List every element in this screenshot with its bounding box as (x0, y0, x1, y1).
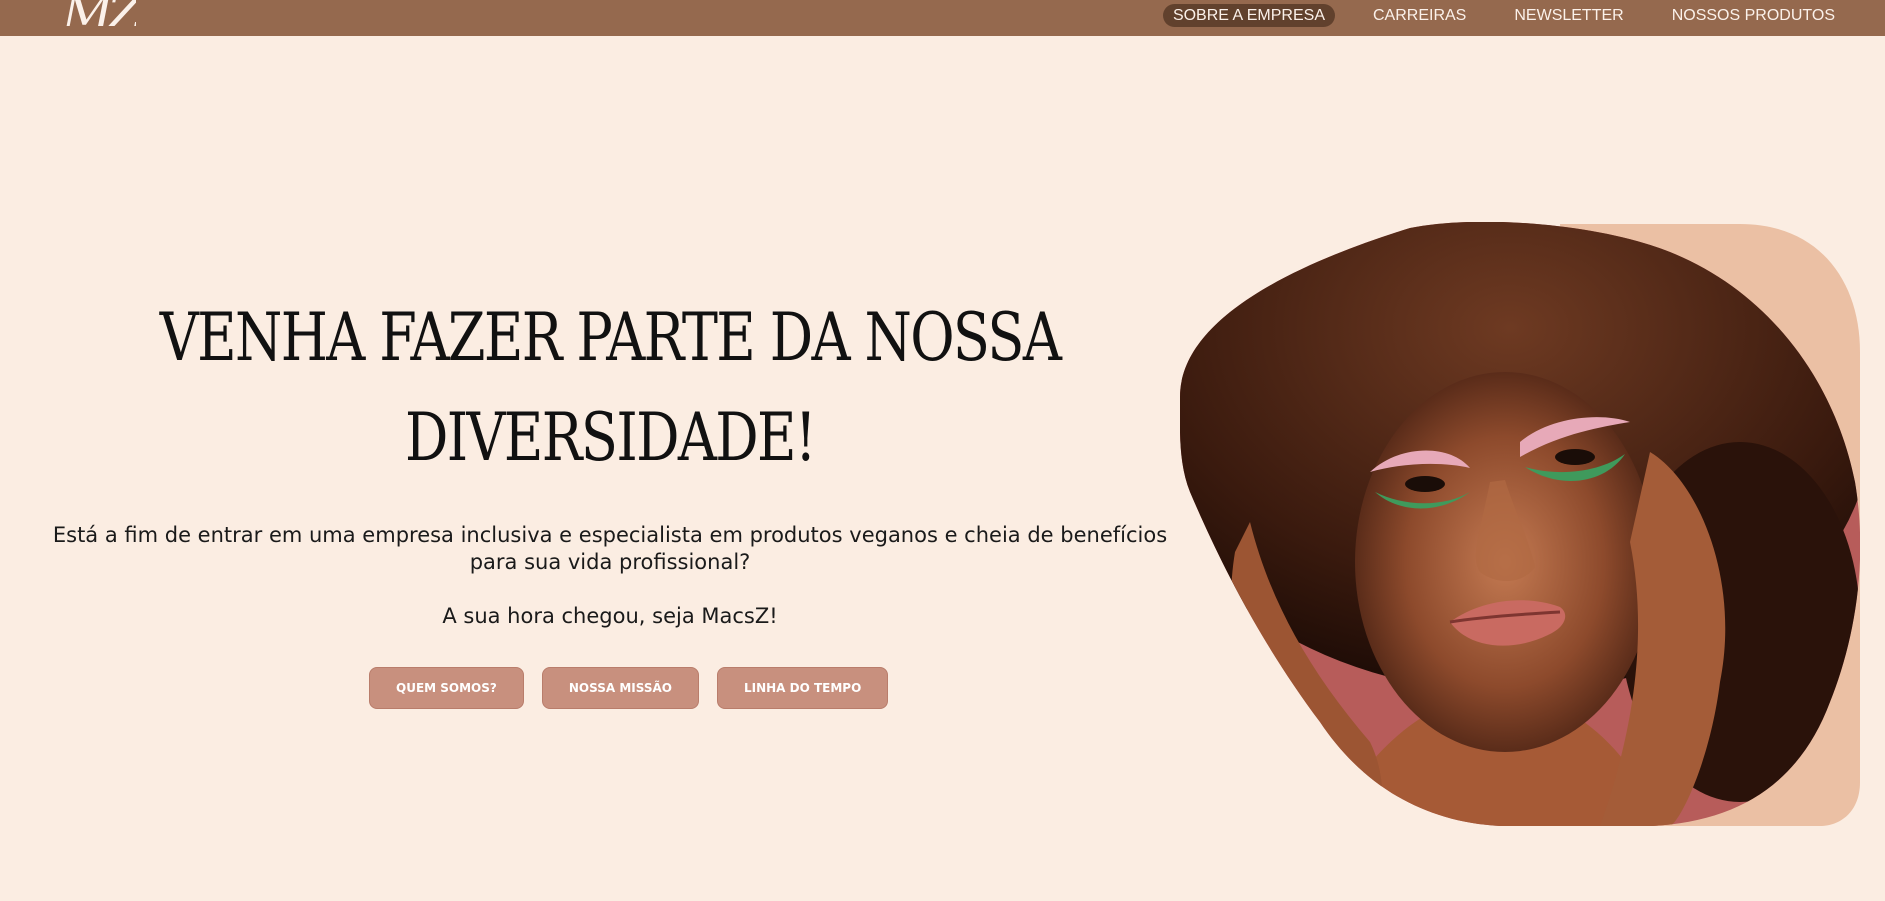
hero-headline-line-2: DIVERSIDADE! (404, 399, 817, 476)
hero-description: Está a fim de entrar em uma empresa incl… (52, 523, 1168, 574)
linha-do-tempo-button[interactable]: LINHA DO TEMPO (716, 667, 889, 709)
nav-item-carreiras[interactable]: CARREIRAS (1363, 4, 1476, 27)
nav-item-newsletter[interactable]: NEWSLETTER (1504, 4, 1633, 27)
hero-tagline: A sua hora chegou, seja MacsZ! (442, 604, 778, 628)
nav-item-nossos-produtos[interactable]: NOSSOS PRODUTOS (1662, 4, 1845, 27)
quem-somos-button[interactable]: QUEM SOMOS? (369, 667, 524, 709)
main-nav: SOBRE A EMPRESA CARREIRAS NEWSLETTER NOS… (1162, 4, 1845, 27)
portrait-photo-icon (1180, 222, 1860, 826)
nav-item-sobre-a-empresa[interactable]: SOBRE A EMPRESA (1162, 4, 1335, 27)
nossa-missao-button[interactable]: NOSSA MISSÃO (541, 667, 699, 709)
brand-logo[interactable]: MZ (62, 0, 136, 26)
hero-headline-line-1: VENHA FAZER PARTE DA NOSSA (159, 299, 1062, 376)
top-nav-bar: MZ SOBRE A EMPRESA CARREIRAS NEWSLETTER … (0, 0, 1885, 36)
hero-image (1180, 222, 1860, 826)
hero-button-group: QUEM SOMOS? NOSSA MISSÃO LINHA DO TEMPO (369, 667, 889, 709)
hero-headline: VENHA FAZER PARTE DA NOSSA DIVERSIDADE! (143, 288, 1078, 488)
